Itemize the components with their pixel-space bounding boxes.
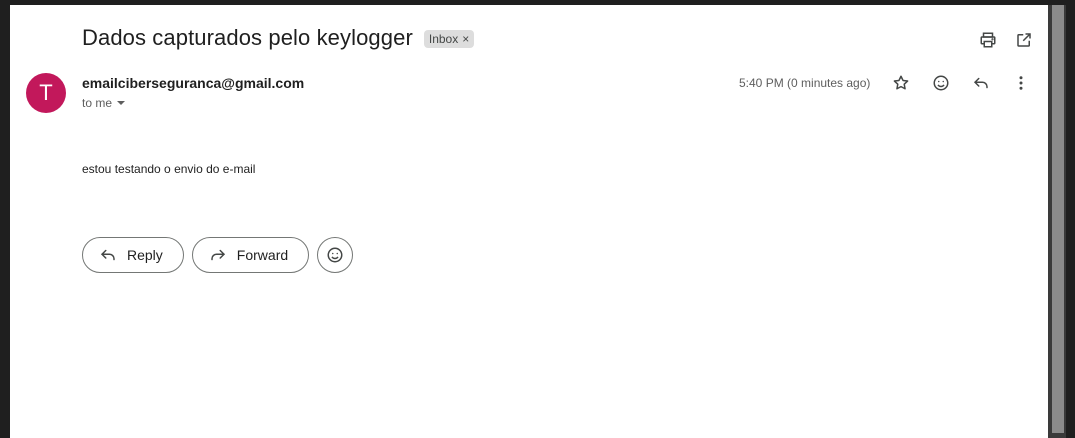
reply-label: Reply — [127, 247, 163, 263]
forward-label: Forward — [236, 247, 289, 263]
message-body: estou testando o envio do e-mail — [82, 162, 256, 176]
message-actions: Reply Forward — [82, 237, 354, 273]
subject-row: Dados capturados pelo keylogger Inbox × — [82, 25, 475, 51]
subject-toolbar — [978, 30, 1034, 50]
recipient-text: to me — [82, 96, 113, 110]
more-vert-icon[interactable] — [1011, 73, 1031, 93]
message-toolbar — [891, 73, 1031, 93]
scrollbar-thumb[interactable] — [1052, 5, 1064, 433]
emoji-reaction-button[interactable] — [317, 237, 354, 273]
emoji-icon — [327, 247, 343, 263]
print-icon[interactable] — [978, 30, 998, 50]
emoji-icon[interactable] — [931, 73, 951, 93]
label-text: Inbox — [428, 32, 459, 46]
sender-email[interactable]: emailciberseguranca@gmail.com — [82, 75, 304, 91]
message-timestamp: 5:40 PM (0 minutes ago) — [739, 76, 871, 90]
email-subject: Dados capturados pelo keylogger — [82, 25, 413, 50]
inbox-label-chip[interactable]: Inbox × — [423, 30, 475, 48]
recipient-details-toggle[interactable]: to me — [82, 96, 126, 110]
reply-button[interactable]: Reply — [82, 237, 184, 273]
caret-down-icon — [117, 101, 126, 105]
sender-avatar[interactable]: T — [26, 73, 66, 113]
forward-button[interactable]: Forward — [191, 237, 310, 273]
forward-icon — [211, 249, 225, 261]
star-icon[interactable] — [891, 73, 911, 93]
remove-label-button[interactable]: × — [462, 32, 469, 46]
reply-icon[interactable] — [971, 73, 991, 93]
reply-icon — [101, 249, 115, 261]
open-in-new-window-icon[interactable] — [1014, 30, 1034, 50]
email-view: Dados capturados pelo keylogger Inbox × … — [10, 5, 1048, 438]
